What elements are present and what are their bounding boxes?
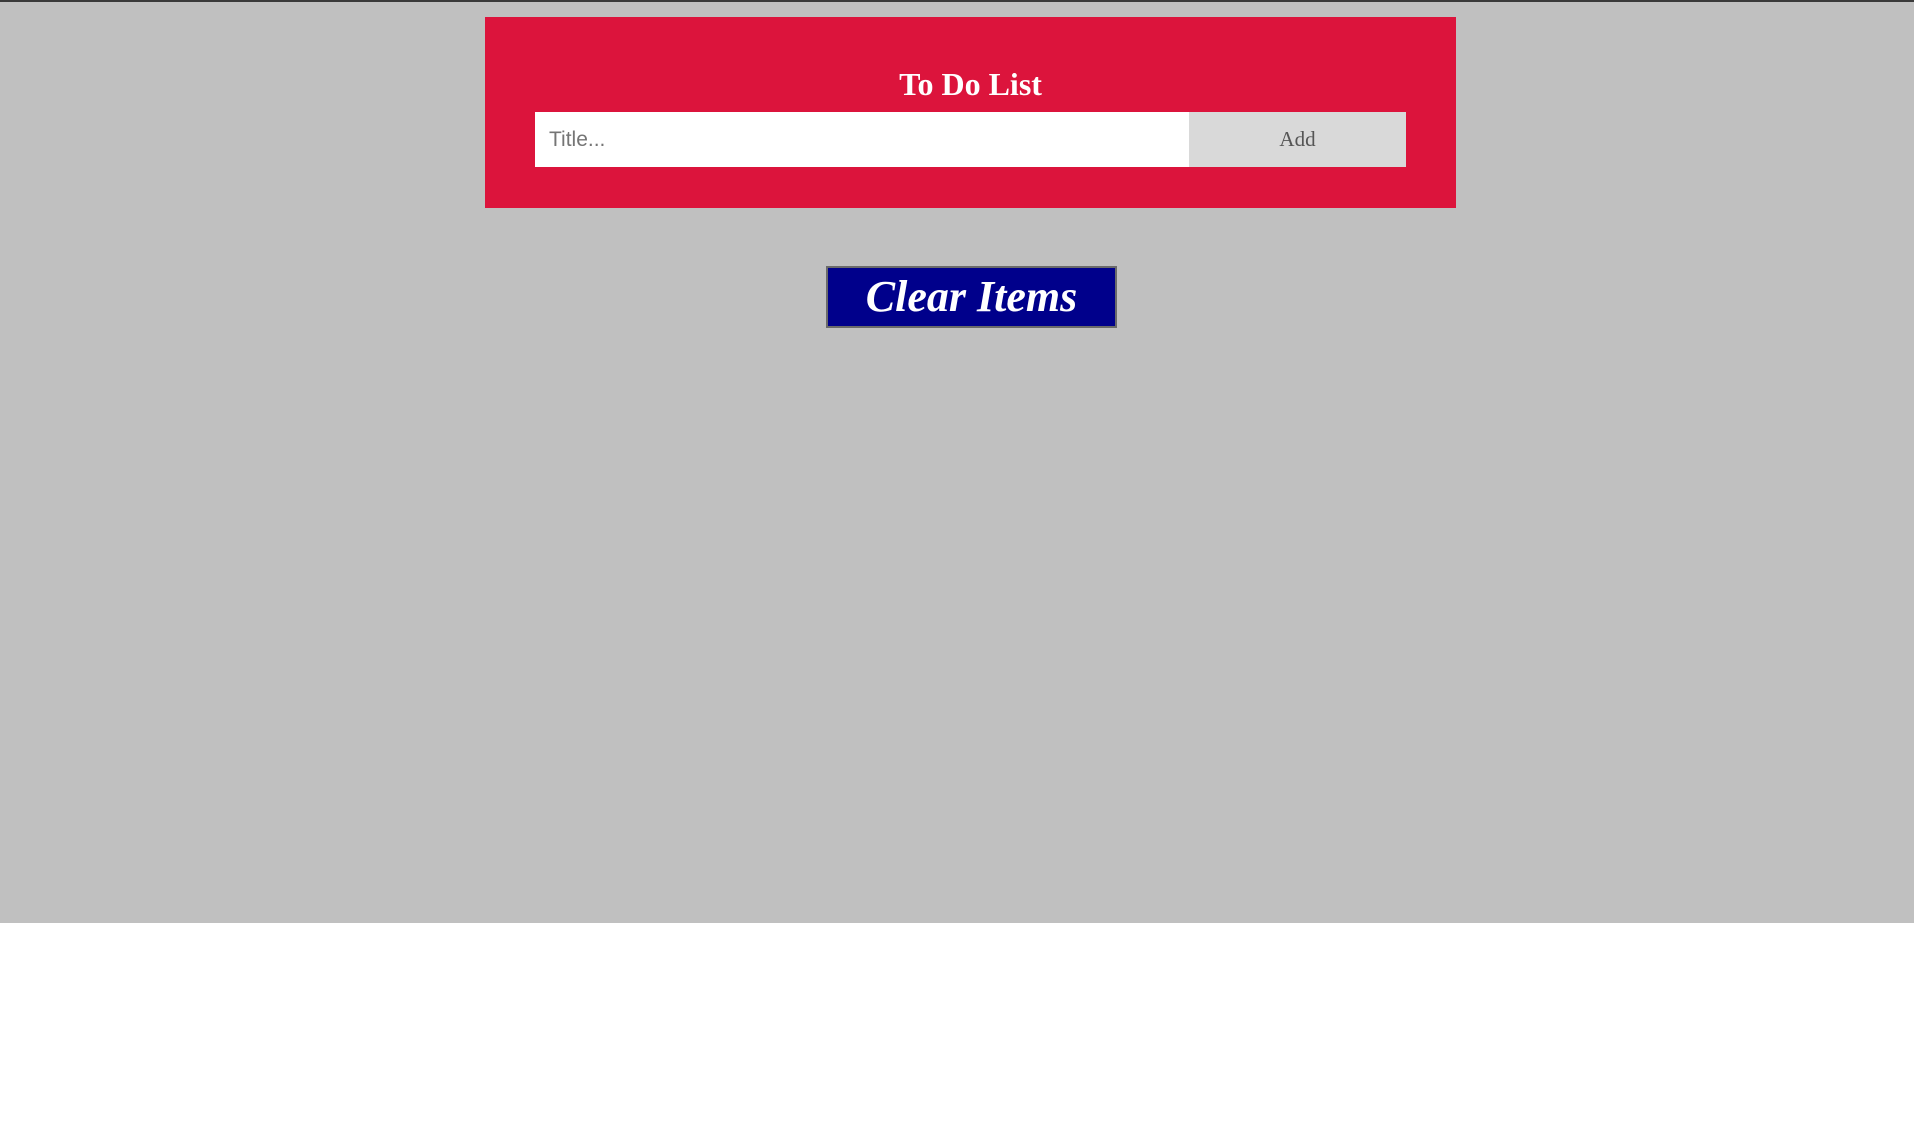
add-button[interactable]: Add xyxy=(1189,112,1406,167)
add-item-row: Add xyxy=(535,112,1406,167)
title-input[interactable] xyxy=(535,112,1189,167)
page-background: To Do List Add Clear Items xyxy=(0,2,1914,923)
clear-items-button[interactable]: Clear Items xyxy=(826,266,1117,328)
todo-header-panel: To Do List Add xyxy=(485,17,1456,208)
page-title: To Do List xyxy=(899,66,1042,102)
